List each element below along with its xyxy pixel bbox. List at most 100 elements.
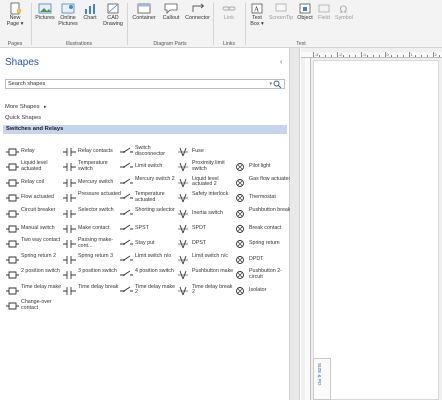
shape-item[interactable]: Proximity limit switch <box>176 161 232 173</box>
shape-item[interactable]: Relay <box>5 146 61 158</box>
drawing-canvas[interactable]: -3 -2 -1 0 1 2 SIZE & PO <box>301 48 442 400</box>
shape-item[interactable]: Pushbutton make <box>176 269 233 281</box>
shape-item[interactable]: Make contact <box>62 223 118 235</box>
callout-button[interactable]: Callout <box>159 2 183 21</box>
pictures-label: Pictures <box>35 15 55 21</box>
shape-item[interactable]: Inertia switch <box>176 208 232 220</box>
shape-label: 4 position switch <box>135 268 174 275</box>
horizontal-ruler: -3 -2 -1 0 1 2 <box>301 52 442 58</box>
shape-item[interactable]: Time delay break <box>62 284 118 297</box>
group-diagram-parts: Container Callout Connector Diagram Part… <box>128 0 212 48</box>
group-text: A Text Box ▾ ScreenTip Object Field Ω Sy… <box>246 0 356 48</box>
container-button[interactable]: Container <box>130 2 158 21</box>
shape-item[interactable]: Manual switch <box>5 223 61 235</box>
shape-item[interactable]: Switch disconnector <box>119 145 175 158</box>
shape-item[interactable]: Break contact <box>233 223 289 235</box>
field-button[interactable]: Field <box>316 2 332 21</box>
shape-item[interactable]: 3 position switch <box>62 269 118 281</box>
shape-label: Liquid level actuated 2 <box>192 175 219 188</box>
cad-drawing-button[interactable]: CAD Drawing <box>101 2 125 27</box>
shape-label: DPST <box>192 240 207 247</box>
shape-item[interactable]: SPST <box>119 223 175 235</box>
shape-item[interactable]: Pushbutton 2-circuit <box>233 268 289 281</box>
new-page-button[interactable]: New Page ▾ <box>2 2 28 27</box>
shape-item[interactable]: Pushbutton break <box>233 207 291 220</box>
shape-item[interactable]: Safety interlock <box>176 192 232 204</box>
shape-item[interactable]: Two way contact <box>5 238 61 250</box>
shape-item[interactable]: Spring return 2 <box>5 253 61 266</box>
shape-label: Pushbutton make <box>192 268 234 275</box>
shape-item[interactable]: Temperature switch <box>62 161 118 173</box>
shape-item[interactable]: Spring return 3 <box>62 253 118 266</box>
pictures-button[interactable]: Pictures <box>34 2 56 21</box>
shape-item[interactable]: Flow actuated <box>5 192 61 204</box>
more-shapes-arrow-icon[interactable]: ▸ <box>44 104 47 110</box>
stencil-switches-relays[interactable]: Switches and Relays <box>3 125 287 134</box>
shape-item[interactable]: Mercury switch 2 <box>119 176 175 189</box>
shape-icon <box>63 194 76 203</box>
collapse-pane-icon[interactable]: ‹ <box>280 59 282 66</box>
shape-item[interactable]: Isolator <box>233 285 289 297</box>
shape-item[interactable]: Limit switch <box>119 161 175 173</box>
vertical-ruler <box>305 58 311 400</box>
object-button[interactable]: Object <box>295 2 315 21</box>
shape-item[interactable]: Stay put <box>119 238 175 250</box>
online-pictures-button[interactable]: Online Pictures <box>57 2 79 27</box>
size-position-tab[interactable]: SIZE & PO <box>313 358 331 400</box>
shape-item[interactable]: Limit switch n/o <box>119 253 175 266</box>
shape-item[interactable]: Limit switch n/c <box>176 253 232 266</box>
shape-item[interactable]: 4 position switch <box>119 269 175 281</box>
shape-item[interactable]: Time delay make 2 <box>119 284 175 297</box>
shape-item[interactable]: Pressure actuated <box>62 192 121 204</box>
shape-item[interactable]: DPDT <box>233 254 289 266</box>
shape-label: Pushbutton break <box>249 206 291 213</box>
shape-item[interactable]: Temperature actuated <box>119 191 175 204</box>
shape-label: Limit switch <box>135 163 163 170</box>
link-button[interactable]: Link <box>217 2 241 21</box>
shape-icon <box>63 286 76 295</box>
shape-item[interactable]: Fuse <box>176 146 232 158</box>
drawing-page[interactable] <box>313 60 439 400</box>
chart-button[interactable]: Chart <box>80 2 100 21</box>
more-shapes-menu[interactable]: More Shapes <box>5 104 39 110</box>
ruler-minor-tick <box>343 55 344 57</box>
connector-button[interactable]: Connector <box>184 2 211 21</box>
shape-item[interactable]: Gas flow actuated <box>233 176 291 189</box>
shape-item[interactable]: Liquid level actuated 2 <box>176 176 232 189</box>
shape-item[interactable]: DPST <box>176 238 232 250</box>
quick-shapes-item[interactable]: Quick Shapes <box>5 115 41 121</box>
shape-item[interactable]: Selector switch <box>62 207 118 220</box>
shape-item[interactable]: Circuit breaker <box>5 207 61 220</box>
shape-icon <box>63 148 76 156</box>
connector-label: Connector <box>185 15 210 21</box>
shape-item[interactable]: Passing make-cont... <box>62 238 118 250</box>
search-input[interactable]: Search shapes ▾ <box>5 79 285 89</box>
shape-item[interactable]: Liquid level actuated <box>5 161 61 173</box>
ruler-minor-tick <box>415 55 416 57</box>
shape-item[interactable]: Relay coil <box>5 177 61 189</box>
group-label-illustrations: Illustrations <box>65 41 93 47</box>
shape-icon <box>6 148 19 156</box>
symbol-button[interactable]: Ω Symbol <box>333 2 355 22</box>
shape-item[interactable]: Time delay break 2 <box>176 284 232 297</box>
shape-item[interactable]: Thermostat <box>233 192 289 204</box>
search-icon[interactable] <box>273 80 282 89</box>
shape-item[interactable]: SPDT <box>176 223 232 235</box>
search-dropdown-icon[interactable]: ▾ <box>269 81 272 87</box>
shape-item[interactable]: Time delay make <box>5 284 61 297</box>
shape-item[interactable]: Shorting selector <box>119 207 175 220</box>
text-box-button[interactable]: A Text Box ▾ <box>247 2 267 27</box>
shape-icon <box>236 240 244 249</box>
shape-item[interactable]: Change-over contact <box>5 299 61 312</box>
shape-item[interactable]: Pilot light <box>233 161 289 173</box>
pane-splitter[interactable] <box>290 48 300 400</box>
shape-item[interactable]: 2 position switch <box>5 269 61 281</box>
shape-label: Limit switch n/c <box>192 252 228 259</box>
shape-item[interactable]: Relay contacts <box>62 146 118 158</box>
shape-item[interactable]: Spring return <box>233 238 289 250</box>
shape-label: Spring return <box>249 240 280 247</box>
link-icon <box>222 6 236 11</box>
shape-label: Time delay break <box>78 283 119 290</box>
screentip-button[interactable]: ScreenTip <box>268 2 294 21</box>
shape-item[interactable]: Mercury switch <box>62 177 118 189</box>
